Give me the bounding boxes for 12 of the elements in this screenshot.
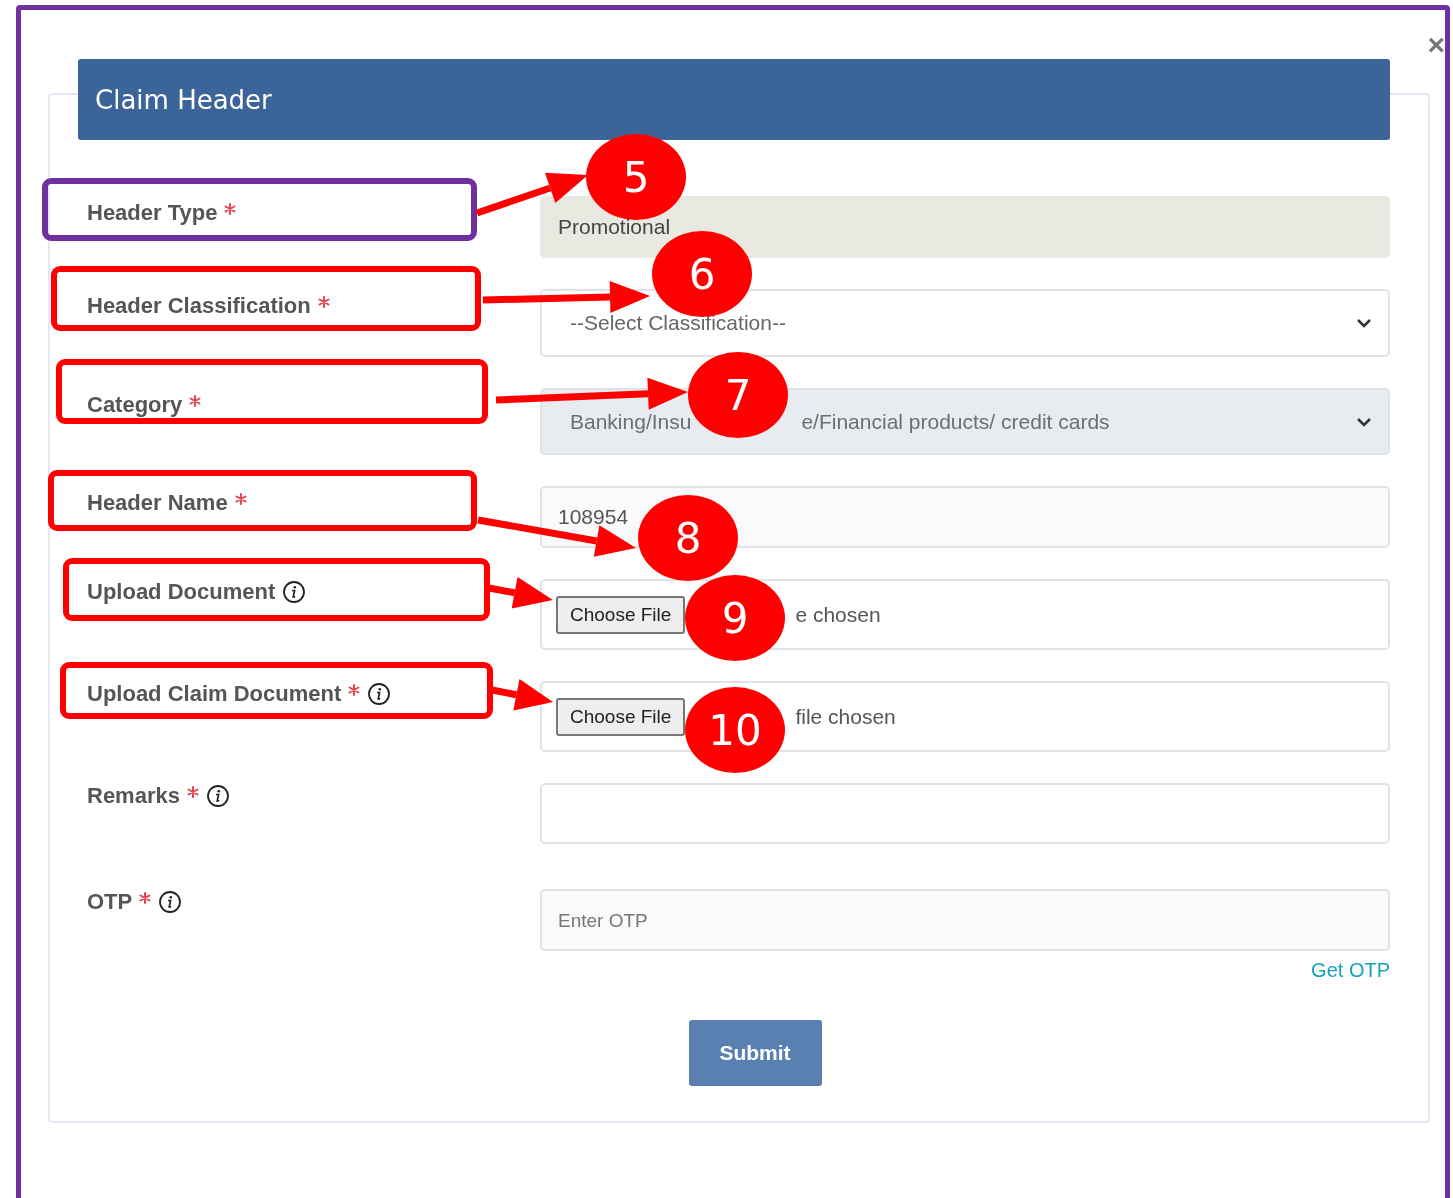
field-label: Category [87,392,183,418]
select-value: e/Financial products/ credit cards [801,409,1110,434]
modal-title: Claim Header [95,84,272,115]
file-status: e chosen [795,602,881,627]
field-label: Upload Claim Document [87,681,342,707]
field-label: Header Name [87,490,228,516]
field-label: Upload Document [87,579,276,605]
file-status: file chosen [795,704,896,729]
field-label: Header Classification [87,293,311,319]
field-label: Header Type [87,200,218,226]
field-label: OTP [87,889,133,915]
field-label: Remarks [87,783,180,809]
